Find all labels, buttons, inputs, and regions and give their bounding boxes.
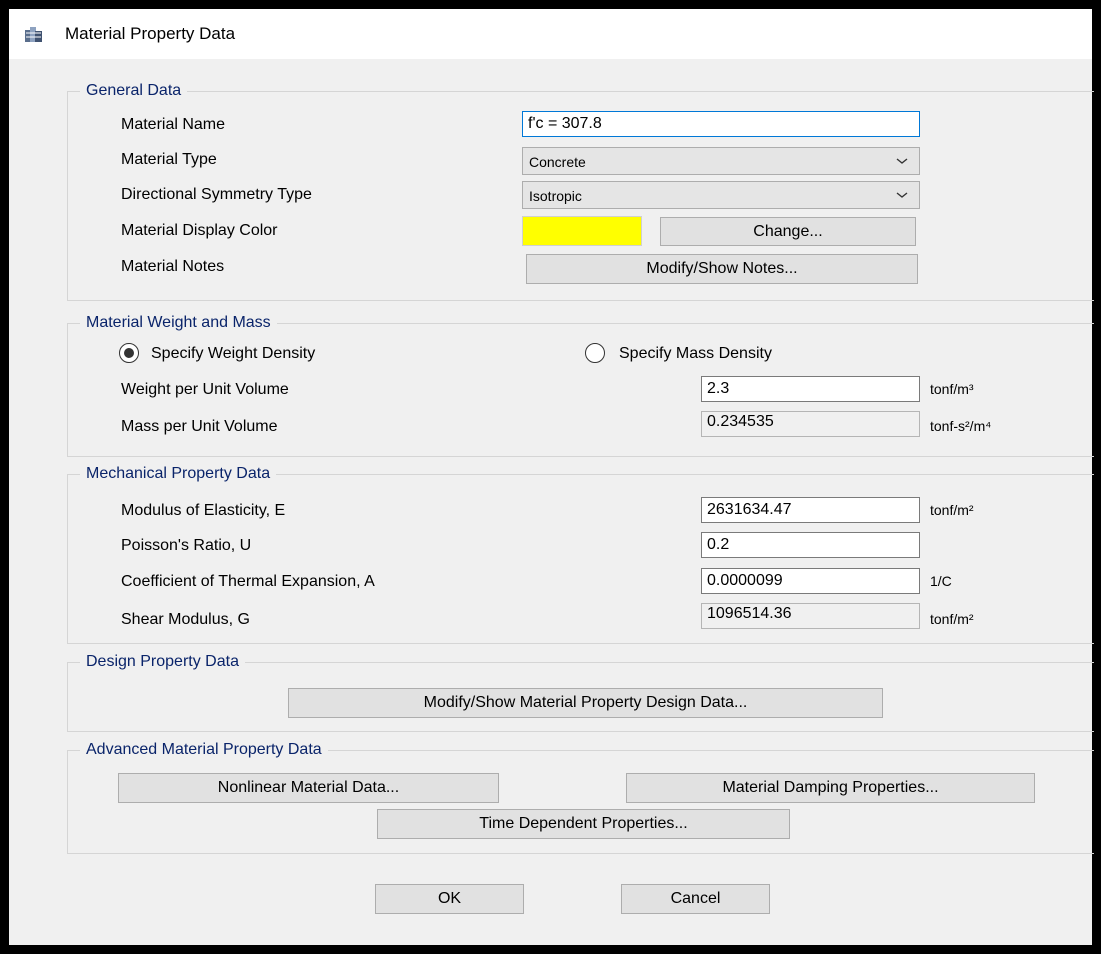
display-color-label: Material Display Color	[121, 222, 278, 239]
window-title: Material Property Data	[65, 24, 236, 43]
mass-per-volume-label: Mass per Unit Volume	[121, 418, 278, 435]
general-data-label: General Data	[80, 81, 188, 101]
weight-per-volume-label: Weight per Unit Volume	[121, 381, 289, 398]
mass-density-radio[interactable]	[585, 343, 605, 363]
weight-per-volume-input[interactable]: 2.3	[701, 376, 920, 402]
material-icon	[25, 27, 42, 42]
symmetry-select[interactable]: Isotropic	[522, 181, 920, 209]
design-label: Design Property Data	[80, 652, 245, 672]
material-type-select[interactable]: Concrete	[522, 147, 920, 175]
shear-modulus-value: 1096514.36	[701, 603, 920, 629]
time-dependent-button[interactable]: Time Dependent Properties...	[377, 809, 790, 839]
nonlinear-data-button[interactable]: Nonlinear Material Data...	[118, 773, 499, 803]
damping-properties-button[interactable]: Material Damping Properties...	[626, 773, 1035, 803]
symmetry-label: Directional Symmetry Type	[121, 186, 312, 203]
modulus-elasticity-input[interactable]: 2631634.47	[701, 497, 920, 523]
mechanical-label: Mechanical Property Data	[80, 464, 277, 484]
weight-density-radio[interactable]	[119, 343, 139, 363]
display-color-swatch	[522, 216, 642, 246]
shear-modulus-label: Shear Modulus, G	[121, 611, 250, 628]
material-notes-label: Material Notes	[121, 258, 225, 275]
change-color-button[interactable]: Change...	[660, 217, 916, 246]
material-name-input[interactable]: f'c = 307.8	[522, 111, 920, 137]
thermal-expansion-unit: 1/C	[930, 573, 952, 589]
weight-density-label: Specify Weight Density	[151, 345, 316, 362]
title-bar[interactable]: Material Property Data	[9, 9, 1092, 59]
shear-modulus-unit: tonf/m²	[930, 611, 974, 627]
thermal-expansion-label: Coefficient of Thermal Expansion, A	[121, 573, 375, 590]
chevron-down-icon	[896, 158, 908, 164]
mass-density-label: Specify Mass Density	[619, 345, 772, 362]
poisson-ratio-label: Poisson's Ratio, U	[121, 537, 252, 554]
weight-unit: tonf/m³	[930, 381, 974, 397]
cancel-button[interactable]: Cancel	[621, 884, 770, 914]
advanced-label: Advanced Material Property Data	[80, 740, 328, 760]
thermal-expansion-input[interactable]: 0.0000099	[701, 568, 920, 594]
chevron-down-icon	[896, 192, 908, 198]
poisson-ratio-input[interactable]: 0.2	[701, 532, 920, 558]
material-property-dialog: Material Property Data General Data Mate…	[8, 8, 1094, 946]
ok-button[interactable]: OK	[375, 884, 524, 914]
modulus-elasticity-label: Modulus of Elasticity, E	[121, 502, 286, 519]
modify-notes-button[interactable]: Modify/Show Notes...	[526, 254, 918, 284]
modulus-elasticity-unit: tonf/m²	[930, 502, 974, 518]
mass-per-volume-value: 0.234535	[701, 411, 920, 437]
mass-unit: tonf-s²/m⁴	[930, 418, 992, 434]
material-name-label: Material Name	[121, 116, 226, 133]
material-type-label: Material Type	[121, 151, 217, 168]
weight-mass-label: Material Weight and Mass	[80, 313, 277, 333]
design-data-button[interactable]: Modify/Show Material Property Design Dat…	[288, 688, 883, 718]
